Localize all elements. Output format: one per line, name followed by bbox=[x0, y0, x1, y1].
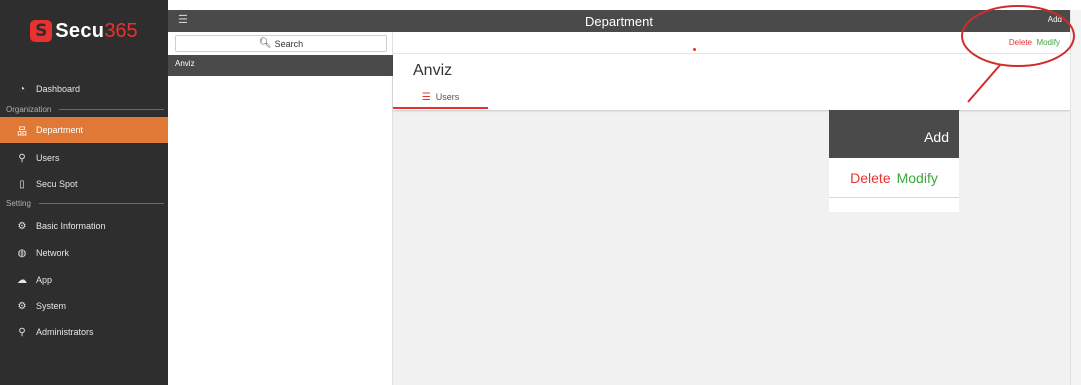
section-divider bbox=[38, 202, 164, 204]
sidebar-item-secu-spot[interactable]: ▯ Secu Spot bbox=[0, 171, 168, 197]
logo[interactable]: S Secu 365 bbox=[0, 0, 168, 62]
zoom-blank-row bbox=[829, 198, 959, 212]
department-detail-card: Anviz ☰ Users bbox=[393, 55, 1070, 110]
department-icon: 品 bbox=[17, 126, 27, 138]
zoom-delete-button[interactable]: Delete bbox=[850, 170, 890, 186]
scrollbar[interactable] bbox=[1070, 10, 1081, 385]
delete-button[interactable]: Delete bbox=[1009, 38, 1032, 47]
users-icon: ⚲ bbox=[18, 152, 26, 164]
logo-brand-365: 365 bbox=[104, 19, 138, 42]
globe-icon: ◍ bbox=[17, 247, 27, 259]
content-background bbox=[393, 110, 1070, 385]
section-divider bbox=[59, 108, 164, 110]
list-icon: ☰ bbox=[421, 91, 431, 103]
sidebar-item-users[interactable]: ⚲ Users bbox=[0, 145, 168, 171]
admin-icon: ⚲ bbox=[18, 326, 26, 338]
section-label: Setting bbox=[6, 198, 31, 208]
zoom-add-button[interactable]: Add bbox=[829, 110, 959, 158]
sidebar-item-label: Network bbox=[36, 248, 70, 258]
page-header-title: Department bbox=[585, 14, 653, 29]
sidebar-item-system[interactable]: ⚙ System bbox=[0, 293, 168, 319]
annotation-dot bbox=[693, 48, 696, 51]
modify-button[interactable]: Modify bbox=[1036, 38, 1060, 47]
sidebar-item-dashboard[interactable]: ◔ Dashboard bbox=[0, 76, 168, 102]
cloud-icon: ☁ bbox=[17, 274, 27, 286]
department-title: Anviz bbox=[413, 62, 453, 79]
sidebar-item-basic-information[interactable]: ⚙ Basic Information bbox=[0, 213, 168, 239]
sidebar-item-department[interactable]: 品 Department bbox=[0, 117, 168, 143]
sidebar-item-administrators[interactable]: ⚲ Administrators bbox=[0, 319, 168, 345]
sidebar-item-label: Users bbox=[36, 153, 60, 163]
zoom-action-row: Delete Modify bbox=[829, 158, 959, 198]
sidebar-item-network[interactable]: ◍ Network bbox=[0, 240, 168, 266]
department-list-panel: 🔍︎ Search Anviz bbox=[168, 32, 393, 385]
gear-icon: ⚙ bbox=[17, 300, 27, 312]
sidebar: S Secu 365 ◔ Dashboard Organization 品 De… bbox=[0, 0, 168, 385]
search-placeholder: Search bbox=[274, 38, 304, 49]
sidebar-item-label: Department bbox=[36, 125, 84, 135]
tab-label: Users bbox=[435, 92, 460, 102]
section-label: Organization bbox=[6, 104, 52, 114]
sidebar-item-label: Dashboard bbox=[36, 84, 81, 94]
department-list-item[interactable]: Anviz bbox=[168, 55, 393, 76]
logo-brand-secu: Secu bbox=[55, 19, 105, 42]
zoom-modify-button[interactable]: Modify bbox=[897, 170, 938, 186]
section-setting: Setting bbox=[0, 196, 168, 210]
add-button[interactable]: Add bbox=[1048, 15, 1062, 24]
sidebar-item-label: Secu Spot bbox=[36, 179, 78, 189]
top-bar: ☰ Department Add bbox=[168, 10, 1070, 32]
section-organization: Organization bbox=[0, 102, 168, 116]
sidebar-item-app[interactable]: ☁ App bbox=[0, 267, 168, 293]
zoom-callout: Add Delete Modify bbox=[829, 110, 959, 212]
search-icon: 🔍︎ bbox=[258, 38, 272, 49]
logo-mark: S bbox=[30, 20, 53, 42]
sidebar-item-label: Basic Information bbox=[36, 221, 106, 231]
device-icon: ▯ bbox=[19, 178, 25, 190]
gear-icon: ⚙ bbox=[17, 220, 27, 232]
action-toolbar: Delete Modify bbox=[393, 32, 1070, 54]
sidebar-item-label: System bbox=[36, 301, 67, 311]
app-root: S Secu 365 ◔ Dashboard Organization 品 De… bbox=[0, 0, 1081, 385]
sidebar-item-label: Administrators bbox=[36, 327, 94, 337]
search-input[interactable]: 🔍︎ Search bbox=[175, 35, 387, 52]
sidebar-item-label: App bbox=[36, 275, 53, 285]
dashboard-icon: ◔ bbox=[18, 83, 26, 95]
tab-users[interactable]: ☰ Users bbox=[393, 87, 488, 109]
